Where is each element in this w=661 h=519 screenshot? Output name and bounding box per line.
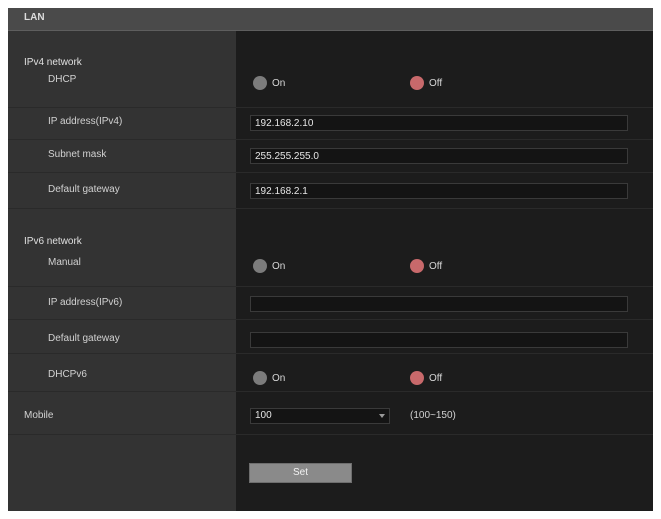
mtu-label: Mobile bbox=[24, 410, 54, 421]
value-column bbox=[236, 31, 653, 511]
subnet-mask-input[interactable]: 255.255.255.0 bbox=[250, 148, 628, 164]
row-divider bbox=[8, 107, 653, 108]
ipv6-address-label: IP address(IPv6) bbox=[48, 297, 123, 308]
row-divider bbox=[8, 172, 653, 173]
subnet-mask-label: Subnet mask bbox=[48, 149, 107, 160]
lan-settings-panel: LAN IPv4 network DHCP On Off IP address(… bbox=[8, 8, 653, 511]
ipv6-gateway-input[interactable] bbox=[250, 332, 628, 348]
manual-label: Manual bbox=[48, 257, 81, 268]
ipv6-gateway-label: Default gateway bbox=[48, 333, 120, 344]
page-title: LAN bbox=[24, 12, 45, 23]
manual-on-radio[interactable] bbox=[253, 259, 267, 273]
row-divider bbox=[8, 353, 653, 354]
ipv6-section-label: IPv6 network bbox=[24, 236, 82, 247]
manual-off-label[interactable]: Off bbox=[429, 261, 442, 272]
mtu-value: 100 bbox=[255, 410, 272, 421]
chevron-down-icon bbox=[379, 414, 385, 418]
dhcp-off-radio[interactable] bbox=[410, 76, 424, 90]
title-bar: LAN bbox=[8, 8, 653, 31]
ipv4-address-label: IP address(IPv4) bbox=[48, 116, 123, 127]
row-divider bbox=[8, 434, 653, 435]
dhcpv6-label: DHCPv6 bbox=[48, 369, 87, 380]
dhcp-on-label[interactable]: On bbox=[272, 78, 285, 89]
dhcpv6-on-label[interactable]: On bbox=[272, 373, 285, 384]
row-divider bbox=[8, 319, 653, 320]
dhcpv6-off-radio[interactable] bbox=[410, 371, 424, 385]
ipv4-gateway-input[interactable]: 192.168.2.1 bbox=[250, 183, 628, 199]
ipv4-section-label: IPv4 network bbox=[24, 57, 82, 68]
row-divider bbox=[8, 208, 653, 209]
row-divider bbox=[8, 139, 653, 140]
row-divider bbox=[8, 391, 653, 392]
manual-on-label[interactable]: On bbox=[272, 261, 285, 272]
dhcpv6-on-radio[interactable] bbox=[253, 371, 267, 385]
ipv6-address-input[interactable] bbox=[250, 296, 628, 312]
dhcp-off-label[interactable]: Off bbox=[429, 78, 442, 89]
set-button[interactable]: Set bbox=[249, 463, 352, 483]
row-divider bbox=[8, 286, 653, 287]
dhcpv6-off-label[interactable]: Off bbox=[429, 373, 442, 384]
dhcp-label: DHCP bbox=[48, 74, 77, 85]
ipv4-gateway-label: Default gateway bbox=[48, 184, 120, 195]
mtu-range: (100~150) bbox=[410, 410, 456, 421]
label-column bbox=[8, 31, 236, 511]
dhcp-on-radio[interactable] bbox=[253, 76, 267, 90]
manual-off-radio[interactable] bbox=[410, 259, 424, 273]
mtu-select[interactable]: 100 bbox=[250, 408, 390, 424]
ipv4-address-input[interactable]: 192.168.2.10 bbox=[250, 115, 628, 131]
